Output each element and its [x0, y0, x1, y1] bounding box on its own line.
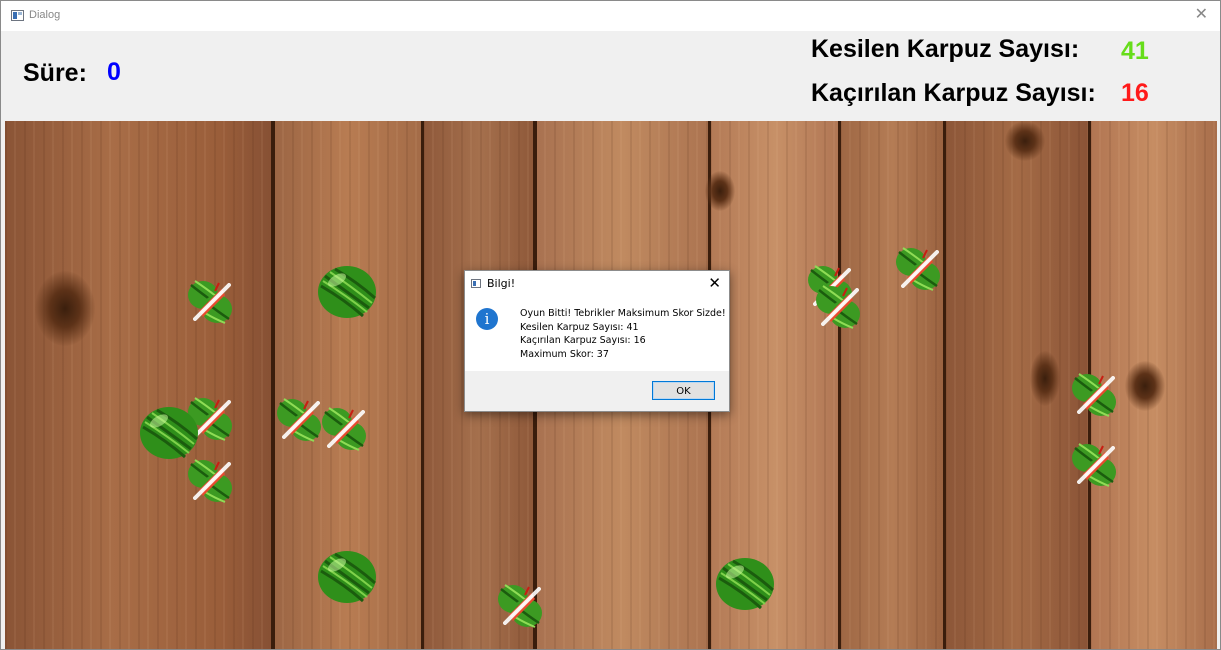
wood-knot	[705, 171, 735, 211]
info-icon: i	[476, 308, 498, 330]
sliced-watermelon	[1070, 442, 1118, 488]
message-line: Kesilen Karpuz Sayısı: 41	[520, 321, 639, 333]
window-close-button[interactable]: ✕	[1195, 6, 1208, 24]
plank-seam	[943, 121, 946, 649]
plank-seam	[271, 121, 275, 649]
score-panel: Süre: 0 Kesilen Karpuz Sayısı: 41 Kaçırı…	[1, 31, 1220, 121]
sliced-watermelon	[1070, 372, 1118, 418]
whole-watermelon	[317, 549, 377, 605]
missed-count-value: 16	[1121, 79, 1149, 107]
dialog-app-icon	[471, 279, 481, 288]
whole-watermelon	[715, 556, 775, 612]
sliced-watermelon	[496, 583, 544, 629]
window-title: Dialog	[29, 9, 61, 21]
wood-knot	[1030, 351, 1060, 406]
sliced-watermelon	[275, 397, 323, 443]
wood-plank	[5, 121, 273, 649]
wood-knot	[35, 271, 95, 346]
info-dialog: Bilgi! ✕ i Oyun Bitti! Tebrikler Maksimu…	[464, 270, 730, 412]
dialog-message: Oyun Bitti! Tebrikler Maksimum Skor Sizd…	[520, 307, 726, 361]
dialog-title: Bilgi!	[487, 277, 516, 290]
wood-plank	[840, 121, 945, 649]
game-window: Dialog ✕ Süre: 0 Kesilen Karpuz Sayısı: …	[0, 0, 1221, 650]
title-bar: Dialog ✕	[1, 1, 1220, 31]
message-line: Oyun Bitti! Tebrikler Maksimum Skor Sizd…	[520, 308, 726, 319]
wood-knot	[1125, 361, 1165, 411]
sliced-watermelon	[894, 246, 942, 292]
window-app-icon	[11, 10, 24, 21]
cut-count-value: 41	[1121, 37, 1149, 65]
wood-knot	[1005, 121, 1045, 161]
missed-count-label: Kaçırılan Karpuz Sayısı:	[811, 79, 1096, 107]
cut-count-label: Kesilen Karpuz Sayısı:	[811, 35, 1080, 63]
message-line: Maximum Skor: 37	[520, 348, 609, 360]
plank-seam	[838, 121, 841, 649]
plank-seam	[421, 121, 424, 649]
message-line: Kaçırılan Karpuz Sayısı: 16	[520, 335, 646, 346]
dialog-body: i Oyun Bitti! Tebrikler Maksimum Skor Si…	[465, 298, 729, 370]
whole-watermelon	[139, 405, 199, 461]
dialog-footer: OK	[465, 371, 729, 411]
ok-button[interactable]: OK	[652, 381, 715, 400]
sliced-watermelon	[186, 458, 234, 504]
sliced-watermelon	[320, 406, 368, 452]
time-value: 0	[107, 58, 121, 86]
sliced-watermelon	[186, 279, 234, 325]
sliced-watermelon	[814, 284, 862, 330]
dialog-close-button[interactable]: ✕	[708, 274, 721, 292]
time-label: Süre:	[23, 59, 87, 87]
whole-watermelon	[317, 264, 377, 320]
